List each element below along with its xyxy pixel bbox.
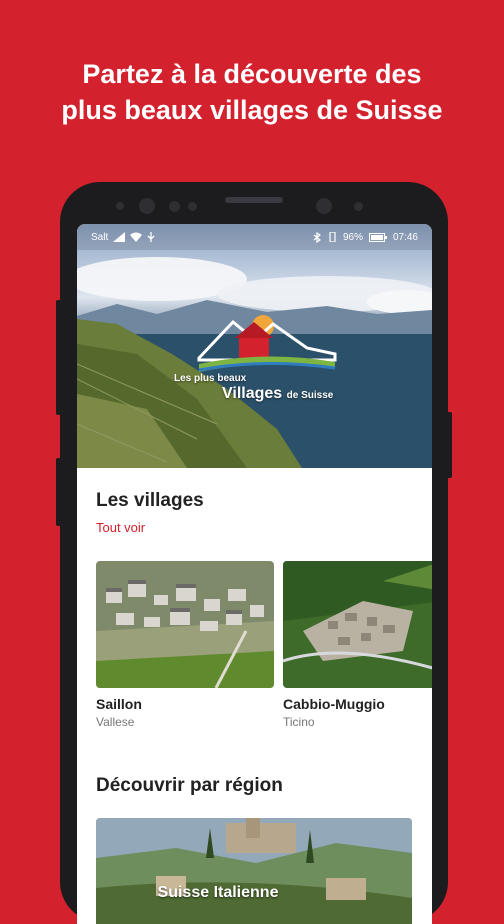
battery-icon (368, 232, 387, 242)
logo-text-line-2: Villages de Suisse (222, 385, 333, 403)
phone-iris-camera-icon (316, 198, 332, 214)
village-region-saillon: Vallese (96, 715, 135, 729)
signal-icon (113, 232, 126, 242)
promo-headline: Partez à la découverte des plus beaux vi… (0, 56, 504, 128)
region-card-suisse-italienne[interactable]: Suisse Italienne (96, 818, 412, 924)
phone-front-camera-icon (139, 198, 155, 214)
bluetooth-icon (313, 231, 321, 243)
logo-text-villages: Villages (222, 385, 283, 402)
phone-sensor-icon (116, 202, 124, 210)
region-photo-suisse-italienne (96, 818, 412, 924)
village-region-cabbio-muggio: Ticino (283, 715, 315, 729)
village-card-saillon[interactable] (96, 561, 274, 688)
village-photo-cabbio-muggio (283, 561, 432, 688)
battery-percent: 96% (342, 231, 363, 243)
see-all-villages-link[interactable]: Tout voir (96, 520, 145, 535)
phone-sensor-icon (188, 202, 197, 211)
region-name-suisse-italienne: Suisse Italienne (157, 884, 279, 901)
vibrate-icon (329, 232, 336, 242)
wifi-icon (130, 232, 143, 242)
logo-text-de-suisse: de Suisse (286, 390, 334, 401)
status-bar: Salt 96% 07:46 (77, 224, 432, 250)
phone-power-button (447, 412, 452, 478)
villages-logo (197, 315, 337, 372)
phone-side-button (56, 458, 61, 526)
usb-icon (147, 232, 155, 242)
logo-text-line-1: Les plus beaux (174, 373, 247, 384)
headline-line-1: Partez à la découverte des (82, 59, 422, 89)
phone-speaker (225, 197, 283, 203)
carrier-label: Salt (91, 231, 109, 243)
village-card-cabbio-muggio[interactable] (283, 561, 432, 688)
villages-section-title: Les villages (96, 490, 204, 511)
village-name-cabbio-muggio: Cabbio-Muggio (283, 696, 385, 712)
phone-volume-button (56, 300, 61, 415)
clock: 07:46 (392, 231, 418, 243)
app-screen: Les plus beaux Villages de Suisse Salt 9… (77, 224, 432, 924)
regions-section-title: Découvrir par région (96, 775, 283, 796)
headline-line-2: plus beaux villages de Suisse (61, 95, 443, 125)
phone-sensor-icon (169, 201, 180, 212)
phone-sensor-icon (354, 202, 363, 211)
village-name-saillon: Saillon (96, 696, 142, 712)
hero-banner: Les plus beaux Villages de Suisse Salt 9… (77, 224, 432, 468)
village-photo-saillon (96, 561, 274, 688)
